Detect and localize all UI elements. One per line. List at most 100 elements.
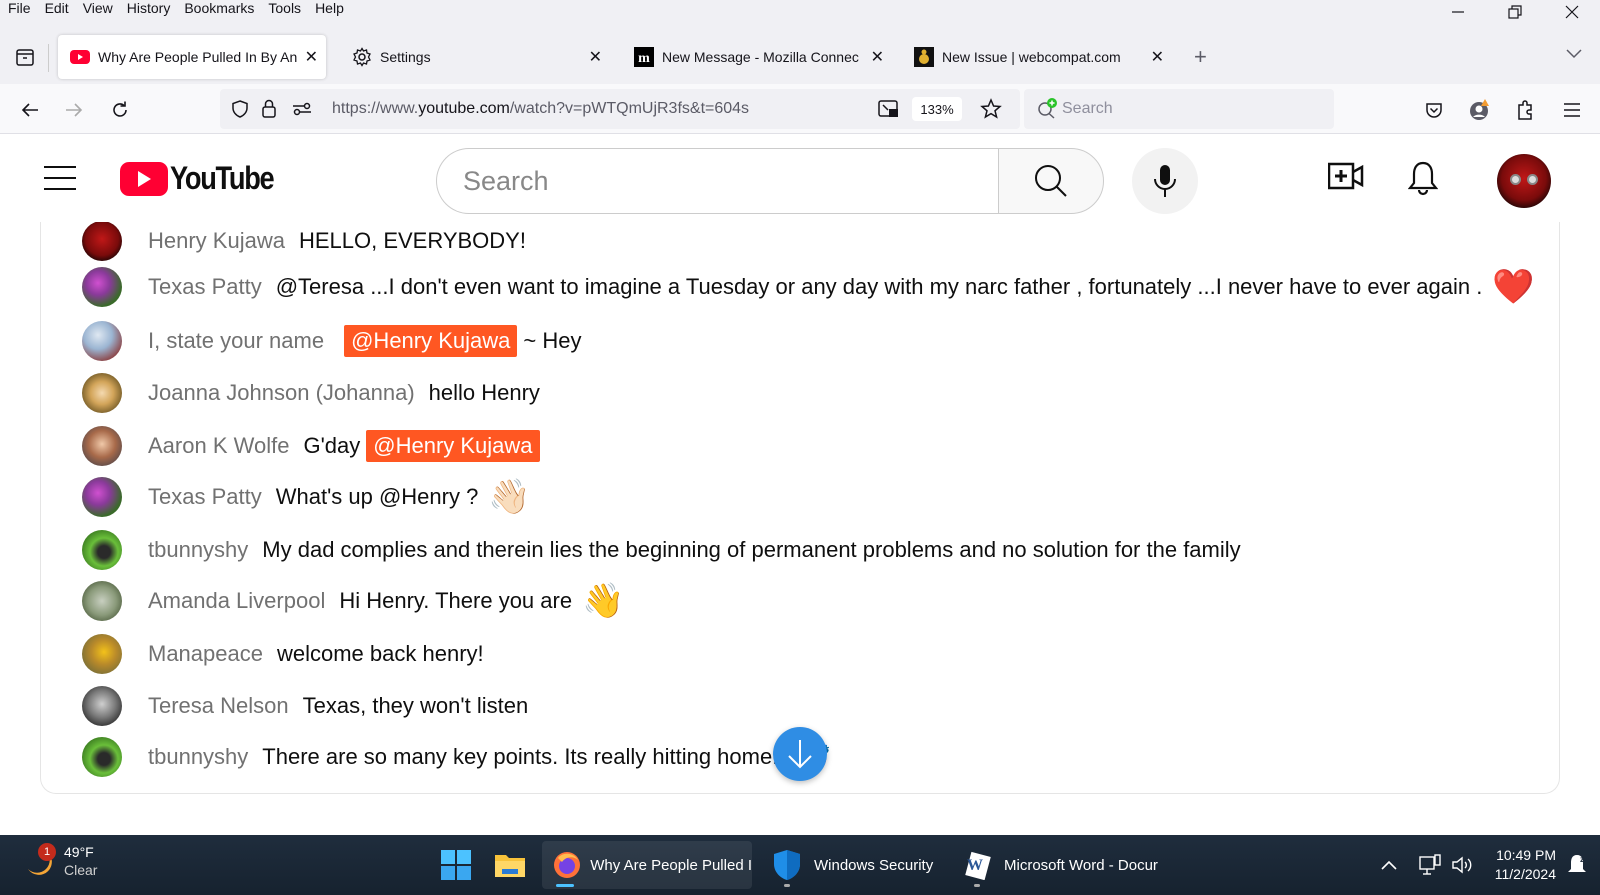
new-tab-button[interactable]: +	[1194, 44, 1207, 70]
chat-message[interactable]: tbunnyshy There are so many key points. I…	[82, 732, 831, 782]
emoji: 👋	[582, 582, 625, 620]
chat-message[interactable]: Texas Patty @Teresa ...I don't even want …	[82, 262, 1535, 312]
weather-widget[interactable]: 49°F Clear	[24, 843, 97, 879]
menu-bookmarks[interactable]: Bookmarks	[176, 0, 254, 16]
back-button[interactable]	[16, 96, 44, 124]
message-text: hello Henry	[428, 380, 540, 405]
lock-icon[interactable]	[260, 98, 278, 120]
close-tab-button[interactable]: ✕	[1151, 47, 1164, 67]
notification-bell-icon[interactable]: z	[1566, 852, 1588, 878]
author-avatar[interactable]	[82, 373, 122, 413]
author-avatar[interactable]	[82, 530, 122, 570]
menu-file[interactable]: File	[0, 0, 31, 16]
menu-edit[interactable]: Edit	[37, 0, 69, 16]
close-window-button[interactable]	[1543, 0, 1600, 24]
scroll-to-bottom-button[interactable]	[773, 727, 827, 781]
permissions-icon[interactable]	[292, 101, 312, 117]
pocket-button[interactable]	[1420, 96, 1448, 124]
chat-message[interactable]: Amanda Liverpool Hi Henry. There you are 👋	[82, 576, 624, 626]
chevron-up-icon[interactable]	[1381, 860, 1397, 870]
minimize-icon	[1451, 11, 1464, 13]
tab-webcompat[interactable]: New Issue | webcompat.com ✕	[902, 35, 1172, 79]
create-button[interactable]	[1327, 162, 1364, 195]
voice-search-button[interactable]	[1132, 148, 1198, 214]
minimize-button[interactable]	[1429, 0, 1486, 24]
author-avatar[interactable]	[82, 222, 122, 261]
author-name[interactable]: Aaron K Wolfe	[148, 433, 289, 459]
taskbar-app-word[interactable]: W Microsoft Word - Docur	[962, 841, 1172, 889]
author-avatar[interactable]	[82, 426, 122, 466]
chat-message[interactable]: tbunnyshy My dad complies and therein lie…	[82, 525, 1241, 575]
author-name[interactable]: Manapeace	[148, 641, 263, 667]
clock-date: 11/2/2024	[1494, 866, 1556, 882]
youtube-search-button[interactable]	[998, 148, 1104, 214]
author-avatar[interactable]	[82, 477, 122, 517]
extensions-button[interactable]	[1512, 96, 1540, 124]
account-avatar[interactable]	[1497, 154, 1551, 208]
live-chat-panel[interactable]: Henry Kujawa HELLO, EVERYBODY! Texas Patty…	[40, 222, 1560, 794]
youtube-search-input[interactable]	[463, 165, 963, 197]
webcompat-icon	[914, 47, 934, 67]
author-name[interactable]: Texas Patty	[148, 274, 262, 300]
author-name[interactable]: Texas Patty	[148, 484, 262, 510]
youtube-search-box	[436, 148, 1000, 214]
reload-button[interactable]	[106, 96, 134, 124]
author-avatar[interactable]	[82, 267, 122, 307]
menu-view[interactable]: View	[75, 0, 113, 16]
author-name[interactable]: Amanda Liverpool	[148, 588, 325, 614]
author-name[interactable]: Henry Kujawa	[148, 228, 285, 254]
url-bar[interactable]: https://www.youtube.com/watch?v=pWTQmUjR…	[220, 89, 1020, 129]
taskbar-app-windows-security[interactable]: Windows Security	[772, 841, 952, 889]
speaker-icon[interactable]	[1451, 855, 1475, 875]
chat-message[interactable]: Teresa Nelson Texas, they won't listen	[82, 681, 528, 731]
app-menu-button[interactable]	[1558, 96, 1586, 124]
author-avatar[interactable]	[82, 737, 122, 777]
close-tab-button[interactable]: ✕	[871, 47, 884, 67]
firefox-view-button[interactable]	[12, 44, 38, 70]
chat-message[interactable]: Texas Patty What's up @Henry ? 👋🏻	[82, 472, 531, 522]
start-button[interactable]	[436, 841, 476, 889]
author-avatar[interactable]	[82, 634, 122, 674]
tab-youtube[interactable]: Why Are People Pulled In By An ✕	[58, 35, 326, 79]
author-name[interactable]: tbunnyshy	[148, 744, 248, 770]
zoom-level-button[interactable]: 133%	[912, 97, 962, 121]
chat-message[interactable]: Aaron K Wolfe G'day @Henry Kujawa	[82, 421, 546, 471]
network-icon[interactable]	[1419, 854, 1441, 876]
guide-menu-button[interactable]	[44, 166, 76, 190]
chat-message[interactable]: Manapeace welcome back henry!	[82, 629, 484, 679]
author-name[interactable]: I, state your name	[148, 328, 324, 354]
file-explorer-button[interactable]	[490, 841, 530, 889]
close-tab-button[interactable]: ✕	[589, 47, 602, 67]
author-avatar[interactable]	[82, 581, 122, 621]
account-button[interactable]	[1466, 96, 1494, 124]
author-avatar[interactable]	[82, 686, 122, 726]
windows-taskbar: 49°F Clear 1 Why Are People Pulled I Win…	[0, 835, 1600, 895]
shield-icon[interactable]	[230, 99, 250, 119]
menu-help[interactable]: Help	[307, 0, 344, 16]
notifications-button[interactable]	[1407, 160, 1439, 201]
list-all-tabs-button[interactable]	[1566, 46, 1582, 62]
chat-message[interactable]: Henry Kujawa HELLO, EVERYBODY!	[82, 222, 526, 266]
menu-history[interactable]: History	[119, 0, 171, 16]
tab-settings[interactable]: Settings ✕	[340, 35, 610, 79]
taskbar-clock[interactable]: 10:49 PM 11/2/2024	[1495, 846, 1556, 884]
youtube-logo[interactable]: YouTube	[120, 160, 292, 197]
author-name[interactable]: tbunnyshy	[148, 537, 248, 563]
chat-message[interactable]: Joanna Johnson (Johanna) hello Henry	[82, 368, 540, 418]
tab-mozilla-connect[interactable]: m New Message - Mozilla Connec ✕	[622, 35, 892, 79]
taskbar-app-firefox[interactable]: Why Are People Pulled I	[542, 841, 752, 889]
author-name[interactable]: Joanna Johnson (Johanna)	[148, 380, 415, 406]
restore-button[interactable]	[1486, 0, 1543, 24]
author-avatar[interactable]	[82, 321, 122, 361]
search-bar[interactable]: Search	[1024, 89, 1334, 129]
menu-tools[interactable]: Tools	[260, 0, 301, 16]
forward-button[interactable]	[60, 96, 88, 124]
picture-in-picture-icon[interactable]	[878, 99, 900, 119]
url-text[interactable]: https://www.youtube.com/watch?v=pWTQmUjR…	[332, 100, 749, 118]
running-indicator	[784, 884, 790, 887]
close-tab-button[interactable]: ✕	[305, 47, 318, 67]
chat-message[interactable]: I, state your name @Henry Kujawa ~ Hey	[82, 316, 581, 366]
search-engine-icon[interactable]	[1036, 97, 1060, 121]
star-bookmark-icon[interactable]	[980, 98, 1002, 120]
author-name[interactable]: Teresa Nelson	[148, 693, 289, 719]
